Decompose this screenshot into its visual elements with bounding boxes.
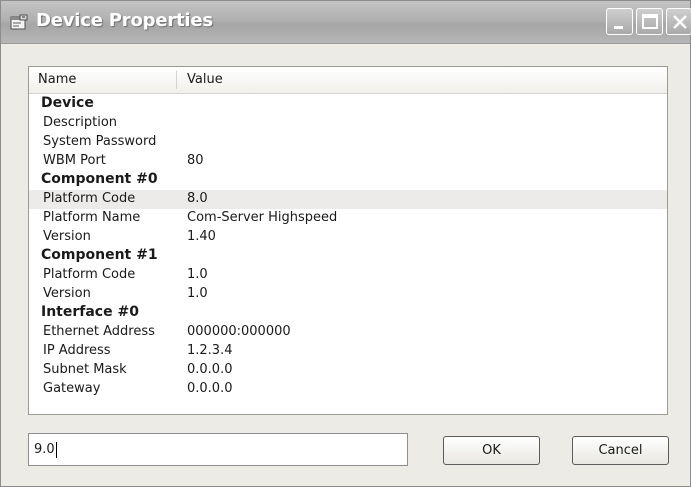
property-name: Platform Code xyxy=(43,191,136,206)
group-label: Interface #0 xyxy=(41,304,139,320)
value-input-text: 9.0 xyxy=(34,442,55,457)
column-header-value[interactable]: Value xyxy=(187,72,223,87)
property-value: 1.0 xyxy=(187,267,208,282)
property-name: System Password xyxy=(43,134,157,149)
group-label: Component #1 xyxy=(41,247,158,263)
close-button[interactable] xyxy=(666,8,691,35)
property-name: Version xyxy=(43,229,91,244)
property-value: 1.40 xyxy=(187,229,216,244)
column-divider[interactable] xyxy=(176,71,177,89)
property-name: Platform Code xyxy=(43,267,136,282)
property-name: WBM Port xyxy=(43,153,106,168)
list-rows: Device Description System Password WBM Port… xyxy=(29,95,667,399)
group-row[interactable]: Device xyxy=(29,95,667,114)
properties-list[interactable]: Name Value Device Description System Passw… xyxy=(28,66,668,415)
list-item[interactable]: Platform Code 8.0 xyxy=(29,190,667,209)
list-header: Name Value xyxy=(29,67,667,94)
list-item[interactable]: Version 1.40 xyxy=(29,228,667,247)
list-item[interactable]: WBM Port 80 xyxy=(29,152,667,171)
property-name: Version xyxy=(43,286,91,301)
property-value: 1.0 xyxy=(187,286,208,301)
property-value: 1.2.3.4 xyxy=(187,343,233,358)
column-header-name[interactable]: Name xyxy=(38,72,76,87)
maximize-icon xyxy=(642,14,658,29)
device-properties-window: Device Properties Name Value Device Descr… xyxy=(0,0,691,487)
property-value: Com-Server Highspeed xyxy=(187,210,338,225)
list-item[interactable]: Subnet Mask 0.0.0.0 xyxy=(29,361,667,380)
list-item[interactable]: Description xyxy=(29,114,667,133)
property-name: Platform Name xyxy=(43,210,141,225)
property-name: Gateway xyxy=(43,381,101,396)
property-name: Description xyxy=(43,115,118,130)
property-value: 000000:000000 xyxy=(187,324,291,339)
property-name: Subnet Mask xyxy=(43,362,127,377)
list-item[interactable]: Version 1.0 xyxy=(29,285,667,304)
window-title: Device Properties xyxy=(36,10,213,31)
ok-button[interactable]: OK xyxy=(443,436,540,465)
list-item[interactable]: System Password xyxy=(29,133,667,152)
property-value: 8.0 xyxy=(187,191,208,206)
property-value: 80 xyxy=(187,153,204,168)
properties-icon xyxy=(10,14,28,30)
title-bar[interactable]: Device Properties xyxy=(1,1,691,44)
group-label: Device xyxy=(41,95,94,111)
group-row[interactable]: Component #0 xyxy=(29,171,667,190)
property-name: Ethernet Address xyxy=(43,324,155,339)
list-item[interactable]: Platform Code 1.0 xyxy=(29,266,667,285)
minimize-icon xyxy=(614,26,623,29)
text-caret xyxy=(55,441,57,458)
cancel-button[interactable]: Cancel xyxy=(572,436,669,465)
list-item[interactable]: Gateway 0.0.0.0 xyxy=(29,380,667,399)
list-item[interactable]: IP Address 1.2.3.4 xyxy=(29,342,667,361)
property-name: IP Address xyxy=(43,343,111,358)
group-row[interactable]: Interface #0 xyxy=(29,304,667,323)
property-value: 0.0.0.0 xyxy=(187,381,233,396)
value-input[interactable]: 9.0 xyxy=(28,433,408,466)
close-icon xyxy=(673,15,687,29)
list-item[interactable]: Ethernet Address 000000:000000 xyxy=(29,323,667,342)
minimize-button[interactable] xyxy=(606,8,633,35)
maximize-button[interactable] xyxy=(636,8,663,35)
list-item[interactable]: Platform Name Com-Server Highspeed xyxy=(29,209,667,228)
property-value: 0.0.0.0 xyxy=(187,362,233,377)
group-row[interactable]: Component #1 xyxy=(29,247,667,266)
group-label: Component #0 xyxy=(41,171,158,187)
